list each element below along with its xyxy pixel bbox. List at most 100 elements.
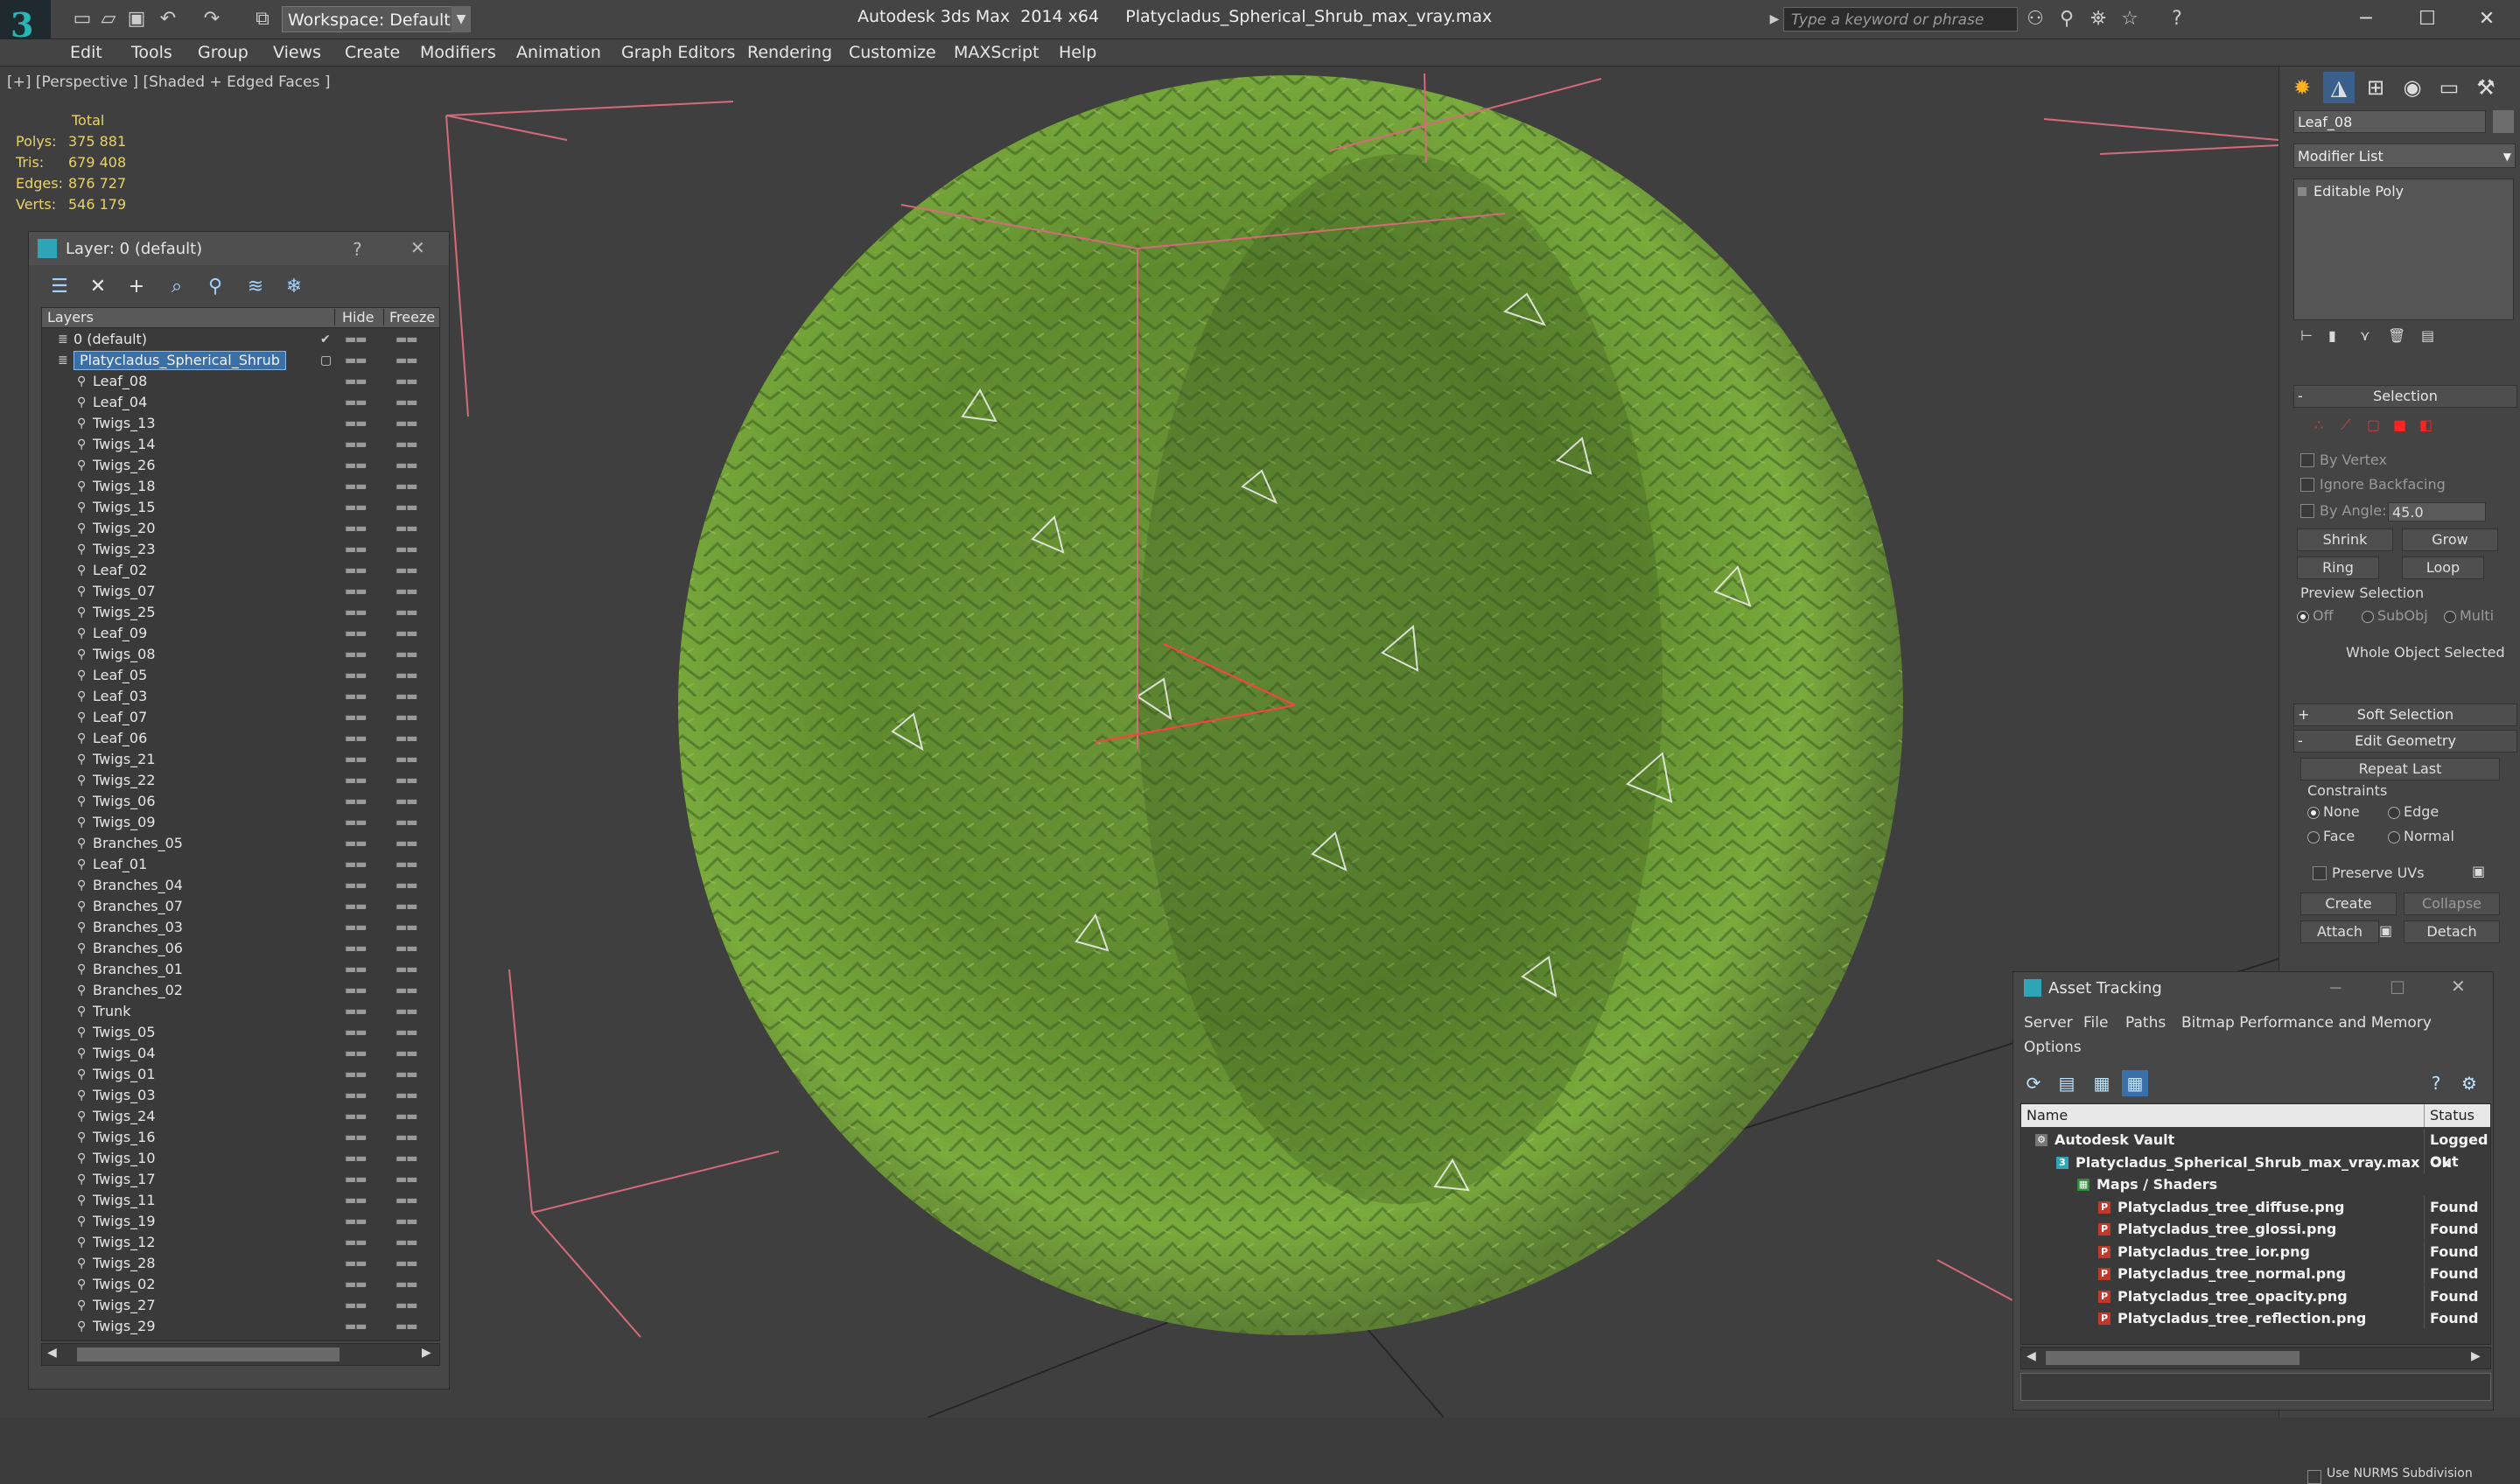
layer-dialog-titlebar[interactable]: Layer: 0 (default) ? ✕ — [29, 232, 449, 265]
column-hide[interactable]: Hide — [334, 309, 374, 326]
layer-row[interactable]: ⚲ Twigs_25 ▬▬ ▬▬ — [42, 602, 439, 623]
layer-row[interactable]: ⚲ Branches_07 ▬▬ ▬▬ — [42, 896, 439, 917]
viewport-label[interactable]: [+] [Perspective ] [Shaded + Edged Faces… — [7, 74, 330, 91]
freeze-toggle[interactable]: ▬▬ — [396, 1253, 417, 1274]
freeze-toggle[interactable]: ▬▬ — [396, 980, 417, 1001]
layer-row[interactable]: ⚲ Twigs_21 ▬▬ ▬▬ — [42, 749, 439, 770]
redo-icon[interactable]: ↷ — [200, 7, 224, 32]
hide-toggle[interactable]: ▬▬ — [345, 413, 367, 434]
by-vertex-checkbox[interactable] — [2300, 453, 2314, 467]
scroll-right-icon[interactable]: ▶ — [422, 1346, 431, 1360]
freeze-toggle[interactable]: ▬▬ — [396, 1274, 417, 1295]
close-icon[interactable]: ✕ — [2451, 976, 2466, 997]
hide-toggle[interactable]: ▬▬ — [345, 1022, 367, 1043]
layer-row[interactable]: ⚲ Branches_05 ▬▬ ▬▬ — [42, 833, 439, 854]
preserve-uvs-settings-icon[interactable]: ▣ — [2472, 863, 2485, 879]
freeze-toggle[interactable]: ▬▬ — [396, 644, 417, 665]
layer-row[interactable]: ⚲ Twigs_22 ▬▬ ▬▬ — [42, 770, 439, 791]
hide-toggle[interactable]: ▬▬ — [345, 1064, 367, 1085]
layer-row[interactable]: ⚲ Twigs_04 ▬▬ ▬▬ — [42, 1043, 439, 1064]
edit-geometry-rollout-header[interactable]: - Edit Geometry — [2293, 730, 2517, 752]
scroll-right-icon[interactable]: ▶ — [2471, 1349, 2481, 1363]
configure-sets-icon[interactable]: ▤ — [2421, 327, 2434, 344]
collapse-button[interactable]: Collapse — [2404, 892, 2500, 915]
layer-row[interactable]: ⚲ Leaf_01 ▬▬ ▬▬ — [42, 854, 439, 875]
polygon-mode-icon[interactable]: ■ — [2393, 416, 2406, 433]
hide-toggle[interactable]: ▬▬ — [345, 749, 367, 770]
freeze-toggle[interactable]: ▬▬ — [396, 518, 417, 539]
hide-toggle[interactable]: ▬▬ — [345, 1043, 367, 1064]
stack-item-editable-poly[interactable]: Editable Poly — [2298, 183, 2404, 200]
hide-toggle[interactable]: ▬▬ — [345, 896, 367, 917]
repeat-last-button[interactable]: Repeat Last — [2300, 758, 2500, 780]
hide-toggle[interactable]: ▬▬ — [345, 497, 367, 518]
layer-row[interactable]: ⚲ Twigs_10 ▬▬ ▬▬ — [42, 1148, 439, 1169]
open-file-icon[interactable]: ▱ — [96, 7, 121, 32]
create-button[interactable]: Create — [2300, 892, 2397, 915]
layer-row[interactable]: ⚲ Twigs_07 ▬▬ ▬▬ — [42, 581, 439, 602]
freeze-all-icon[interactable]: ❄ — [281, 274, 307, 300]
favorites-star-icon[interactable]: ☆ — [2118, 7, 2142, 32]
hide-toggle[interactable]: ▬▬ — [345, 1085, 367, 1106]
layer-row[interactable]: ⚲ Leaf_08 ▬▬ ▬▬ — [42, 371, 439, 392]
freeze-toggle[interactable]: ▬▬ — [396, 350, 417, 371]
help-button[interactable]: ? — [353, 239, 362, 260]
hide-toggle[interactable]: ▬▬ — [345, 1211, 367, 1232]
ignore-backfacing-checkbox[interactable] — [2300, 478, 2314, 492]
freeze-toggle[interactable]: ▬▬ — [396, 1022, 417, 1043]
freeze-toggle[interactable]: ▬▬ — [396, 455, 417, 476]
constraint-face-radio[interactable] — [2307, 831, 2320, 844]
chevron-down-icon[interactable]: ▼ — [452, 6, 471, 32]
current-layer-check-icon[interactable]: ✔ — [320, 333, 332, 346]
set-current-layer-icon[interactable]: ▢ — [320, 354, 332, 367]
highlight-layer-icon[interactable]: ⚲ — [202, 274, 228, 300]
object-name-field[interactable]: Leaf_08 — [2293, 110, 2486, 133]
freeze-toggle[interactable]: ▬▬ — [396, 1043, 417, 1064]
horizontal-scrollbar[interactable]: ◀ ▶ — [41, 1343, 440, 1366]
element-mode-icon[interactable]: ◧ — [2419, 416, 2432, 433]
close-icon[interactable]: ✕ — [2460, 4, 2513, 35]
freeze-toggle[interactable]: ▬▬ — [396, 1106, 417, 1127]
hide-toggle[interactable]: ▬▬ — [345, 917, 367, 938]
freeze-toggle[interactable]: ▬▬ — [396, 686, 417, 707]
freeze-toggle[interactable]: ▬▬ — [396, 938, 417, 959]
hide-toggle[interactable]: ▬▬ — [345, 392, 367, 413]
new-file-icon[interactable]: ▭ — [70, 7, 94, 32]
hide-toggle[interactable]: ▬▬ — [345, 518, 367, 539]
remove-modifier-icon[interactable]: 🗑 — [2388, 327, 2405, 344]
layer-row[interactable]: ⚲ Twigs_06 ▬▬ ▬▬ — [42, 791, 439, 812]
preview-off-radio[interactable] — [2297, 611, 2309, 623]
maximize-icon[interactable]: ☐ — [2390, 977, 2405, 998]
thumbnail-view-icon[interactable]: ▦ — [2089, 1070, 2115, 1096]
hide-toggle[interactable]: ▬▬ — [345, 707, 367, 728]
asset-row[interactable]: 3 Platycladus_Spherical_Shrub_max_vray.ma… — [2021, 1151, 2490, 1173]
border-mode-icon[interactable]: ▢ — [2367, 416, 2380, 433]
constraint-normal-radio[interactable] — [2388, 831, 2400, 844]
hide-toggle[interactable]: ▬▬ — [345, 350, 367, 371]
asset-row[interactable]: ▦ Maps / Shaders — [2021, 1173, 2490, 1195]
menu-customize[interactable]: Customize — [849, 43, 936, 62]
preview-subobj-radio[interactable] — [2362, 611, 2374, 623]
menu-create[interactable]: Create — [345, 43, 400, 62]
menu-views[interactable]: Views — [273, 43, 321, 62]
hide-toggle[interactable]: ▬▬ — [345, 455, 367, 476]
hide-toggle[interactable]: ▬▬ — [345, 623, 367, 644]
freeze-toggle[interactable]: ▬▬ — [396, 1211, 417, 1232]
ring-button[interactable]: Ring — [2297, 556, 2379, 579]
select-objects-icon[interactable]: ⌕ — [164, 274, 190, 300]
asset-menu-bitmap-performance[interactable]: Bitmap Performance and Memory — [2181, 1014, 2432, 1032]
workspace-dropdown[interactable]: Workspace: Default — [282, 6, 471, 32]
freeze-toggle[interactable]: ▬▬ — [396, 497, 417, 518]
asset-row[interactable]: ⚙ Autodesk Vault Logged Out — [2021, 1129, 2490, 1172]
hide-toggle[interactable]: ▬▬ — [345, 1106, 367, 1127]
display-tab-icon[interactable]: ▭ — [2433, 72, 2465, 103]
asset-menu-paths[interactable]: Paths — [2125, 1014, 2166, 1032]
hide-toggle[interactable]: ▬▬ — [345, 791, 367, 812]
asset-row[interactable]: P Platycladus_tree_ior.png Found — [2021, 1240, 2490, 1263]
layer-row[interactable]: ⚲ Trunk ▬▬ ▬▬ — [42, 1001, 439, 1022]
create-layer-icon[interactable]: ☰ — [46, 274, 73, 300]
asset-row[interactable]: P Platycladus_tree_opacity.png Found — [2021, 1284, 2490, 1307]
hide-toggle[interactable]: ▬▬ — [345, 812, 367, 833]
layer-row[interactable]: ⚲Platycladus_Spherical_Shrub▬▬▬▬ — [42, 1337, 439, 1340]
modify-tab-icon[interactable]: ◮ — [2323, 72, 2355, 103]
